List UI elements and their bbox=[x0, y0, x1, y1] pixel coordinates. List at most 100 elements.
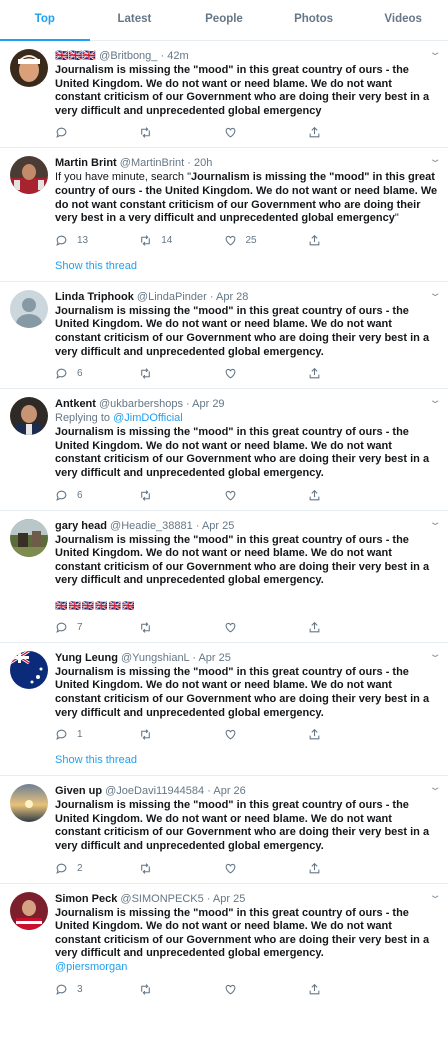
chevron-down-icon[interactable]: ⌄ bbox=[428, 47, 441, 58]
avatar[interactable] bbox=[10, 518, 48, 557]
reply-button[interactable]: 6 bbox=[55, 489, 139, 502]
display-name[interactable]: Linda Triphook bbox=[55, 291, 134, 303]
retweet-button[interactable] bbox=[139, 983, 223, 996]
chevron-down-icon[interactable]: ⌄ bbox=[428, 782, 441, 793]
tweet[interactable]: ⌄ Given up @JoeDavi11944584 · Apr 26 Jou… bbox=[0, 776, 448, 884]
timestamp[interactable]: 20h bbox=[194, 157, 212, 169]
timestamp[interactable]: Apr 28 bbox=[216, 291, 248, 303]
mention-link[interactable]: @piersmorgan bbox=[55, 961, 438, 975]
display-name[interactable]: Antkent bbox=[55, 398, 96, 410]
tweet[interactable]: ⌄ gary head @Headie_38881 · Apr 25 Journ… bbox=[0, 511, 448, 643]
tweet[interactable]: ⌄ Linda Triphook @LindaPinder · Apr 28 J… bbox=[0, 282, 448, 390]
timestamp[interactable]: Apr 25 bbox=[198, 652, 230, 664]
retweet-button[interactable] bbox=[139, 621, 223, 634]
tweet-text: Journalism is missing the "mood" in this… bbox=[55, 64, 430, 117]
share-button[interactable] bbox=[308, 126, 392, 139]
display-name[interactable]: Yung Leung bbox=[55, 652, 118, 664]
timestamp[interactable]: Apr 29 bbox=[192, 398, 224, 410]
share-button[interactable] bbox=[308, 621, 392, 634]
reply-button[interactable]: 13 bbox=[55, 234, 139, 247]
retweet-button[interactable]: 14 bbox=[139, 234, 223, 247]
chevron-down-icon[interactable]: ⌄ bbox=[428, 649, 441, 660]
replying-to: Replying to @JimDOfficial bbox=[55, 411, 438, 425]
share-button[interactable] bbox=[308, 367, 392, 380]
like-button[interactable]: 25 bbox=[224, 234, 308, 247]
tab-photos[interactable]: Photos bbox=[269, 0, 359, 40]
tweet[interactable]: ⌄ Yung Leung @YungshianL · Apr 25 Journa… bbox=[0, 643, 448, 777]
flag-emoji-row: 🇬🇧🇬🇧🇬🇧🇬🇧🇬🇧🇬🇧 bbox=[55, 600, 136, 612]
chevron-down-icon[interactable]: ⌄ bbox=[428, 890, 441, 901]
reply-count: 3 bbox=[77, 983, 83, 995]
reply-button[interactable] bbox=[55, 126, 139, 139]
share-button[interactable] bbox=[308, 234, 392, 247]
display-name[interactable]: gary head bbox=[55, 520, 107, 532]
retweet-button[interactable] bbox=[139, 489, 223, 502]
like-button[interactable] bbox=[224, 983, 308, 996]
user-handle[interactable]: @SIMONPECK5 bbox=[120, 893, 203, 905]
user-handle[interactable]: @ukbarbershops bbox=[99, 398, 183, 410]
timestamp[interactable]: Apr 25 bbox=[202, 520, 234, 532]
user-handle[interactable]: @YungshianL bbox=[121, 652, 189, 664]
avatar[interactable] bbox=[10, 397, 48, 436]
timestamp[interactable]: Apr 25 bbox=[213, 893, 245, 905]
avatar[interactable] bbox=[10, 156, 48, 195]
avatar[interactable] bbox=[10, 289, 48, 328]
tweet[interactable]: ⌄ Martin Brint @MartinBrint · 20h If you… bbox=[0, 148, 448, 282]
avatar[interactable] bbox=[10, 891, 48, 930]
show-thread-link[interactable]: Show this thread bbox=[55, 255, 438, 281]
reply-button[interactable]: 7 bbox=[55, 621, 139, 634]
display-name[interactable]: 🇬🇧🇬🇧🇬🇧 bbox=[55, 50, 96, 62]
user-handle[interactable]: @LindaPinder bbox=[137, 291, 207, 303]
reply-to-handle[interactable]: @JimDOfficial bbox=[113, 412, 183, 424]
retweet-button[interactable] bbox=[139, 862, 223, 875]
chevron-down-icon[interactable]: ⌄ bbox=[428, 154, 441, 165]
share-button[interactable] bbox=[308, 983, 392, 996]
user-handle[interactable]: @JoeDavi11944584 bbox=[105, 785, 204, 797]
tab-top[interactable]: Top bbox=[0, 0, 90, 41]
show-thread-link[interactable]: Show this thread bbox=[55, 749, 438, 775]
display-name[interactable]: Given up bbox=[55, 785, 102, 797]
retweet-button[interactable] bbox=[139, 367, 223, 380]
tweet[interactable]: ⌄ 🇬🇧🇬🇧🇬🇧 @Britbong_ · 42m Journalism is … bbox=[0, 41, 448, 149]
share-button[interactable] bbox=[308, 489, 392, 502]
tweet-header: Given up @JoeDavi11944584 · Apr 26 bbox=[55, 785, 438, 798]
avatar[interactable] bbox=[10, 49, 48, 87]
share-button[interactable] bbox=[308, 728, 392, 741]
avatar[interactable] bbox=[10, 784, 48, 823]
reply-count: 1 bbox=[77, 729, 83, 741]
tab-people[interactable]: People bbox=[179, 0, 269, 40]
chevron-down-icon[interactable]: ⌄ bbox=[428, 288, 441, 299]
chevron-down-icon[interactable]: ⌄ bbox=[428, 395, 441, 406]
like-button[interactable] bbox=[224, 862, 308, 875]
avatar[interactable] bbox=[10, 650, 48, 689]
share-button[interactable] bbox=[308, 862, 392, 875]
user-handle[interactable]: @Britbong_ bbox=[99, 50, 157, 62]
reply-button[interactable]: 1 bbox=[55, 728, 139, 741]
reply-icon bbox=[56, 368, 67, 380]
retweet-button[interactable] bbox=[139, 728, 223, 741]
reply-button[interactable]: 6 bbox=[55, 367, 139, 380]
tweet[interactable]: ⌄ Antkent @ukbarbershops · Apr 29 Replyi… bbox=[0, 389, 448, 511]
share-icon bbox=[309, 127, 320, 138]
tab-latest[interactable]: Latest bbox=[90, 0, 180, 40]
like-button[interactable] bbox=[224, 367, 308, 380]
timestamp[interactable]: 42m bbox=[167, 50, 188, 62]
display-name[interactable]: Simon Peck bbox=[55, 893, 117, 905]
tweet-header: 🇬🇧🇬🇧🇬🇧 @Britbong_ · 42m bbox=[55, 50, 438, 63]
user-handle[interactable]: @Headie_38881 bbox=[110, 520, 193, 532]
user-handle[interactable]: @MartinBrint bbox=[120, 157, 184, 169]
like-button[interactable] bbox=[224, 621, 308, 634]
tweet[interactable]: ⌄ Simon Peck @SIMONPECK5 · Apr 25 Journa… bbox=[0, 884, 448, 1004]
reply-button[interactable]: 2 bbox=[55, 862, 139, 875]
reply-button[interactable]: 3 bbox=[55, 983, 139, 996]
tweet-body: Journalism is missing the "mood" in this… bbox=[55, 906, 430, 960]
like-button[interactable] bbox=[224, 728, 308, 741]
like-button[interactable] bbox=[224, 489, 308, 502]
like-button[interactable] bbox=[224, 126, 308, 139]
chevron-down-icon[interactable]: ⌄ bbox=[428, 517, 441, 528]
timestamp[interactable]: Apr 26 bbox=[213, 785, 245, 797]
tab-videos[interactable]: Videos bbox=[358, 0, 448, 40]
heart-icon bbox=[225, 863, 235, 874]
retweet-button[interactable] bbox=[139, 126, 223, 139]
display-name[interactable]: Martin Brint bbox=[55, 157, 117, 169]
